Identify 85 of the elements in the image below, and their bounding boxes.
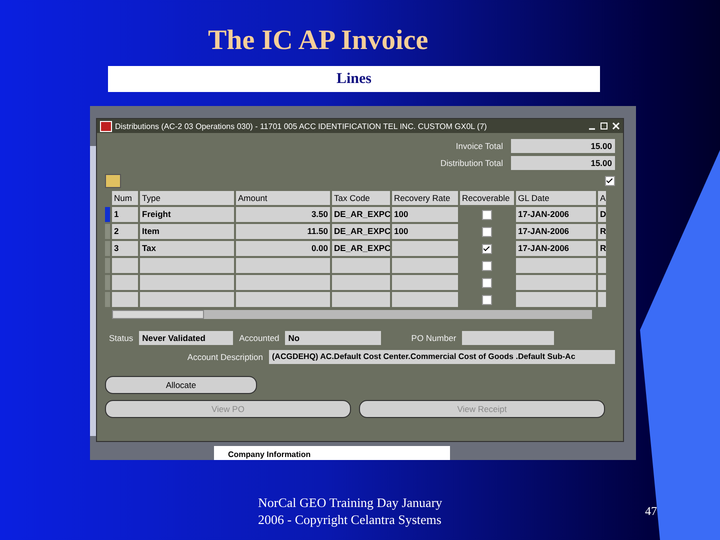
table-cell[interactable] <box>140 292 234 307</box>
table-cell[interactable] <box>236 258 330 273</box>
table-cell[interactable] <box>516 258 596 273</box>
page-number: 47 <box>645 504 657 519</box>
table-cell[interactable]: 100 <box>392 224 458 239</box>
column-header[interactable]: Num <box>112 191 138 205</box>
row-indicator[interactable] <box>105 224 110 239</box>
table-cell[interactable]: 3 <box>112 241 138 256</box>
checkbox[interactable] <box>482 244 492 254</box>
text-field[interactable]: No <box>285 331 382 345</box>
table-cell[interactable] <box>516 275 596 290</box>
table-cell[interactable] <box>332 292 390 307</box>
row-indicator[interactable] <box>105 275 110 290</box>
folder-icon[interactable] <box>105 174 121 188</box>
text-field[interactable] <box>462 331 554 345</box>
row-indicator[interactable] <box>105 292 110 307</box>
checkbox[interactable] <box>605 176 615 186</box>
checkbox[interactable] <box>482 260 492 270</box>
table-cell[interactable] <box>140 258 234 273</box>
table-cell[interactable] <box>332 275 390 290</box>
table-cell[interactable] <box>112 275 138 290</box>
text-field[interactable]: (ACGDEHQ) AC.Default Cost Center.Commercial Cost of Goods .Default Sub-Ac <box>269 350 615 364</box>
column-header[interactable]: Amount <box>236 191 330 205</box>
maximize-icon[interactable] <box>600 122 608 130</box>
table-cell[interactable]: R <box>598 224 606 239</box>
table-cell[interactable] <box>392 275 458 290</box>
row-indicator[interactable] <box>105 207 110 222</box>
table-cell[interactable]: 1 <box>112 207 138 222</box>
table-cell[interactable] <box>598 292 606 307</box>
table-cell[interactable]: 17-JAN-2006 <box>516 224 596 239</box>
row-indicator[interactable] <box>105 258 110 273</box>
table-cell[interactable] <box>236 292 330 307</box>
field-label: Invoice Total <box>456 141 503 151</box>
table-cell[interactable] <box>598 275 606 290</box>
field-label: Distribution Total <box>440 158 503 168</box>
horizontal-scrollbar[interactable] <box>112 310 592 319</box>
checkbox[interactable] <box>482 294 492 304</box>
column-header[interactable]: Tax Code <box>332 191 390 205</box>
table-cell[interactable] <box>236 275 330 290</box>
table-cell[interactable] <box>598 258 606 273</box>
scrollbar-thumb[interactable] <box>112 310 204 319</box>
table-cell[interactable] <box>392 292 458 307</box>
table-cell[interactable]: 11.50 <box>236 224 330 239</box>
table-cell[interactable]: D <box>598 207 606 222</box>
table-cell[interactable]: 17-JAN-2006 <box>516 207 596 222</box>
column-header[interactable]: Recovery Rate <box>392 191 458 205</box>
app-icon <box>100 120 112 132</box>
table-cell[interactable]: Item <box>140 224 234 239</box>
row-indicator[interactable] <box>105 241 110 256</box>
total-field[interactable]: 15.00 <box>511 139 615 153</box>
table-cell[interactable]: 3.50 <box>236 207 330 222</box>
slide-title: The IC AP Invoice <box>208 24 428 58</box>
column-header[interactable]: Type <box>140 191 234 205</box>
table-cell[interactable] <box>516 292 596 307</box>
checkbox[interactable] <box>482 278 492 288</box>
subtitle: Lines <box>336 70 372 88</box>
table-cell[interactable]: Freight <box>140 207 234 222</box>
close-icon[interactable] <box>612 122 620 130</box>
table-cell[interactable] <box>332 258 390 273</box>
tree-item: Company Information <box>228 450 311 460</box>
table-cell[interactable] <box>392 241 458 256</box>
table-cell[interactable] <box>140 275 234 290</box>
table-cell[interactable] <box>112 258 138 273</box>
table-cell[interactable]: 17-JAN-2006 <box>516 241 596 256</box>
footer-text: NorCal GEO Training Day January 2006 - Copyright Celantra Systems <box>258 494 442 528</box>
table-cell[interactable]: 2 <box>112 224 138 239</box>
action-button[interactable]: Allocate <box>105 376 257 394</box>
table-cell[interactable] <box>112 292 138 307</box>
table-cell[interactable]: 100 <box>392 207 458 222</box>
table-cell[interactable]: R <box>598 241 606 256</box>
column-header[interactable]: A <box>598 191 606 205</box>
column-header[interactable]: Recoverable <box>460 191 514 205</box>
window-title: Distributions (AC-2 03 Operations 030) - 11701 005 ACC IDENTIFICATION TEL INC. CUSTOM GX0L (7) <box>115 122 488 130</box>
checkbox[interactable] <box>482 210 492 220</box>
table-cell[interactable]: Tax <box>140 241 234 256</box>
table-cell[interactable]: 0.00 <box>236 241 330 256</box>
total-field[interactable]: 15.00 <box>511 156 615 170</box>
table-cell[interactable] <box>392 258 458 273</box>
field-label: Accounted <box>239 333 280 343</box>
column-header[interactable]: GL Date <box>516 191 596 205</box>
field-label: Status <box>109 333 134 343</box>
field-label: PO Number <box>411 333 456 343</box>
field-label: Account Description <box>187 352 263 362</box>
checkbox[interactable] <box>482 226 492 236</box>
text-field[interactable]: Never Validated <box>139 331 234 345</box>
